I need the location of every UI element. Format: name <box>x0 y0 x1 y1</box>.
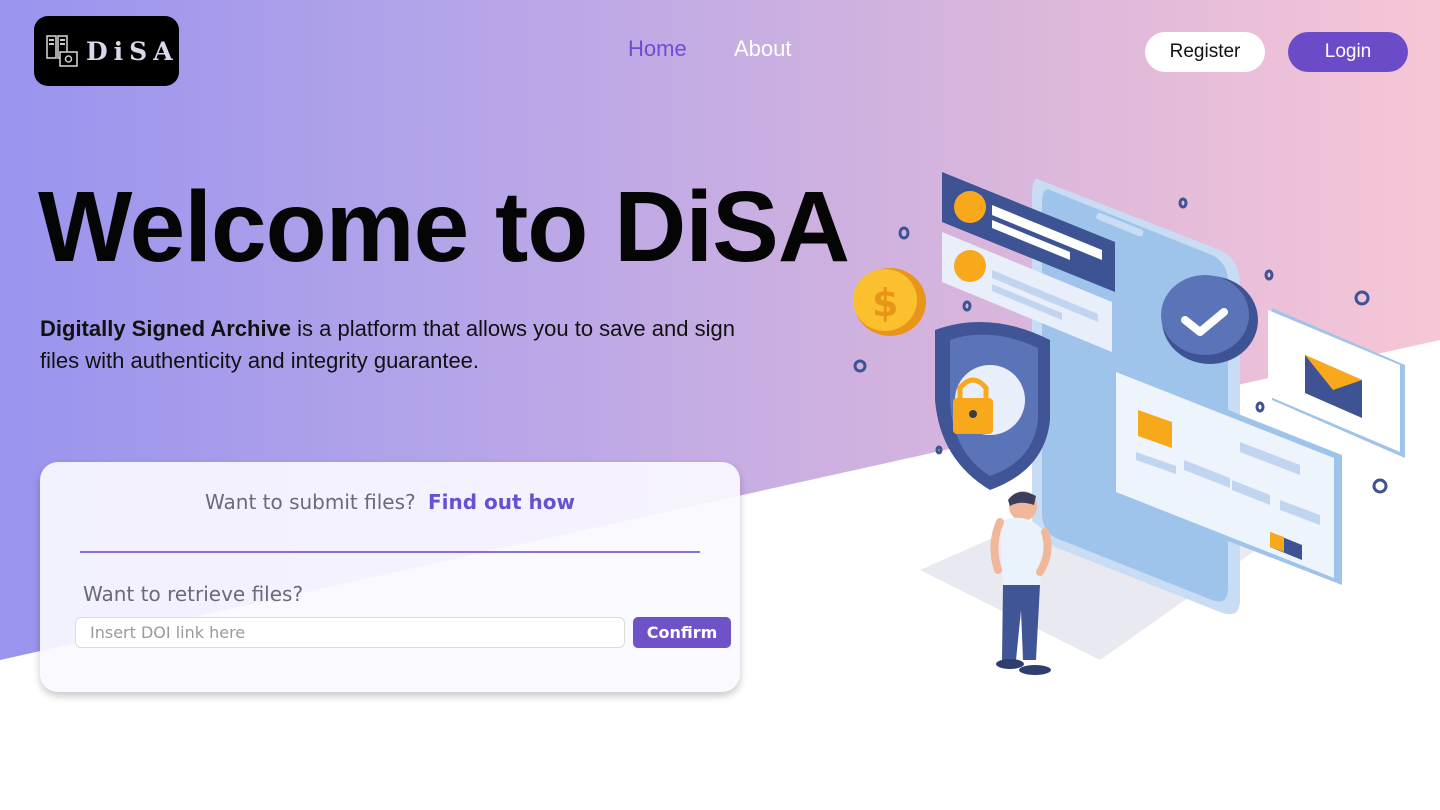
hero-description-bold: Digitally Signed Archive <box>40 316 292 341</box>
confirm-button[interactable]: Confirm <box>633 617 731 648</box>
divider <box>80 551 700 553</box>
nav-home-link[interactable]: Home <box>628 36 687 62</box>
svg-text:$: $ <box>872 281 898 325</box>
logo-text: DiSA <box>86 36 179 66</box>
logo[interactable]: DiSA <box>34 16 179 86</box>
hero-description: Digitally Signed Archive is a platform t… <box>40 313 760 377</box>
retrieve-label: Want to retrieve files? <box>83 582 304 606</box>
doi-input[interactable] <box>75 617 625 648</box>
security-illustration: $ <box>853 172 1405 675</box>
submit-text: Want to submit files? <box>205 490 416 514</box>
nav-about-link[interactable]: About <box>734 36 792 62</box>
register-button[interactable]: Register <box>1145 32 1265 72</box>
dollar-coin-icon: $ <box>853 268 926 336</box>
submit-row: Want to submit files? Find out how <box>40 490 740 514</box>
files-card: Want to submit files? Find out how Want … <box>40 462 740 692</box>
page-title: Welcome to DiSA <box>38 171 850 283</box>
server-document-icon <box>46 35 78 67</box>
login-button[interactable]: Login <box>1288 32 1408 72</box>
find-out-how-link[interactable]: Find out how <box>428 490 575 514</box>
